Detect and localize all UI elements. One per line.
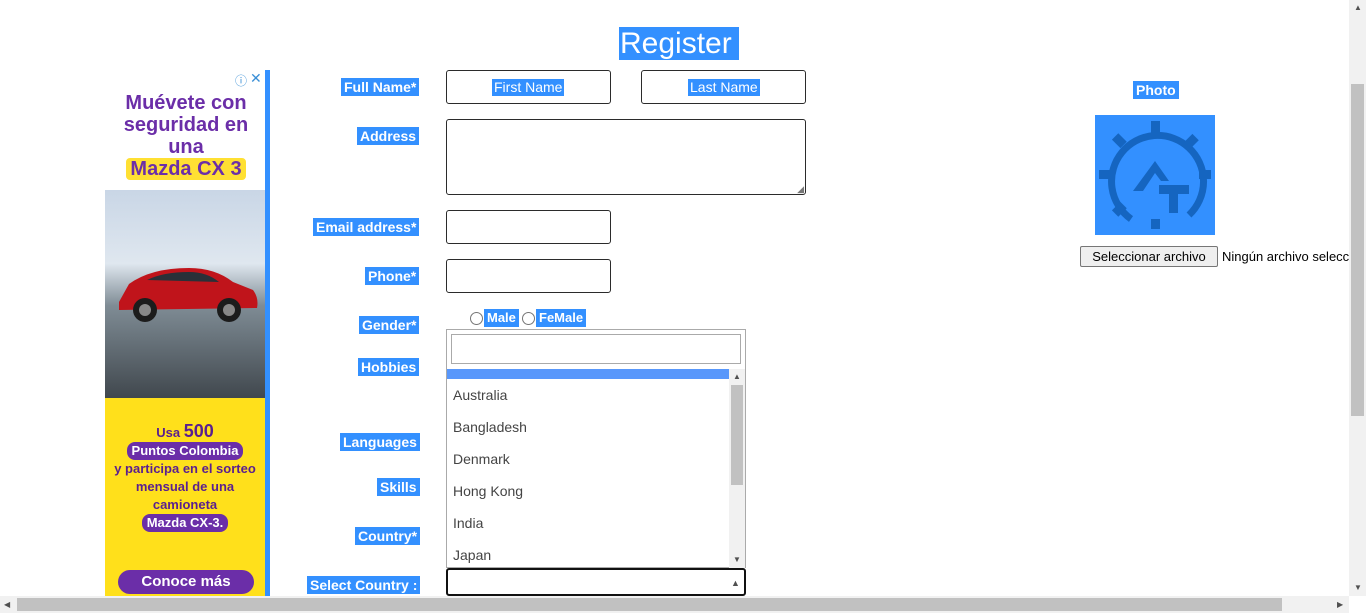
chevron-up-icon[interactable]: ▲	[731, 579, 740, 588]
scroll-up-icon[interactable]: ▲	[733, 373, 741, 381]
address-label: Address	[357, 127, 420, 145]
email-label: Email address*	[313, 218, 420, 236]
car-image	[119, 268, 258, 322]
dropdown-highlighted-option[interactable]	[447, 369, 729, 379]
photo-preview	[1095, 115, 1215, 235]
select-country-label: Select Country :	[307, 576, 421, 594]
ad-promo-points: 500	[183, 421, 214, 441]
ad-promo-area: Usa 500 Puntos Colombia y participa en e…	[105, 398, 265, 596]
address-textarea[interactable]: ◢	[446, 119, 806, 195]
last-name-placeholder: Last Name	[688, 79, 760, 96]
photo-label: Photo	[1133, 81, 1179, 99]
horizontal-scrollbar[interactable]: ◀ ▶	[0, 596, 1349, 613]
ad-car-image	[105, 190, 265, 400]
email-input[interactable]	[446, 210, 611, 244]
resize-handle-icon[interactable]: ◢	[797, 185, 804, 194]
advertisement[interactable]: Muévete con seguridad en una Mazda CX 3 …	[105, 70, 270, 596]
page-title: Register	[619, 27, 739, 60]
scroll-left-icon[interactable]: ◀	[4, 601, 10, 609]
dropdown-option[interactable]: Japan	[447, 539, 729, 568]
skills-label: Skills	[377, 478, 420, 496]
phone-label: Phone*	[365, 267, 420, 285]
ad-promo-line1: Usa	[156, 425, 181, 440]
scroll-up-icon[interactable]: ▲	[1354, 4, 1362, 12]
ad-headline: Muévete con seguridad en una Mazda CX 3	[111, 92, 261, 180]
ad-promo-text: Usa 500 Puntos Colombia y participa en e…	[113, 422, 257, 532]
ad-promo-model: Mazda CX-3.	[141, 514, 229, 532]
scroll-down-icon[interactable]: ▼	[1354, 584, 1362, 592]
languages-label: Languages	[340, 433, 420, 451]
ad-model: Mazda CX 3	[126, 158, 246, 180]
ad-promo-line2: y participa en el sorteo mensual de una …	[114, 461, 256, 512]
full-name-label: Full Name*	[341, 78, 420, 96]
close-icon[interactable]: ✕	[250, 70, 262, 87]
scroll-right-icon[interactable]: ▶	[1337, 601, 1343, 609]
vertical-scrollbar[interactable]: ▲ ▼	[1349, 0, 1366, 596]
horizontal-scroll-thumb[interactable]	[17, 598, 1282, 611]
dropdown-option[interactable]: Bangladesh	[447, 411, 729, 443]
gear-logo-icon	[1099, 121, 1211, 229]
first-name-placeholder: First Name	[492, 79, 565, 96]
dropdown-search-input[interactable]	[451, 334, 741, 364]
dropdown-option[interactable]: Hong Kong	[447, 475, 729, 507]
country-label: Country*	[355, 527, 421, 545]
dropdown-option[interactable]: Denmark	[447, 443, 729, 475]
scroll-down-icon[interactable]: ▼	[733, 556, 741, 564]
gender-female-radio[interactable]	[522, 312, 535, 325]
phone-input[interactable]	[446, 259, 611, 293]
last-name-input[interactable]: Last Name	[641, 70, 806, 104]
country-dropdown[interactable]: Australia Bangladesh Denmark Hong Kong I…	[446, 329, 746, 568]
dropdown-option[interactable]: Australia	[447, 379, 729, 411]
dropdown-option[interactable]: India	[447, 507, 729, 539]
ad-cta-button[interactable]: Conoce más	[118, 570, 254, 594]
first-name-input[interactable]: First Name	[446, 70, 611, 104]
gender-male-radio[interactable]	[470, 312, 483, 325]
gender-female-label: FeMale	[536, 309, 587, 327]
hobbies-label: Hobbies	[358, 358, 420, 376]
gender-label: Gender*	[359, 316, 420, 334]
select-country-combobox[interactable]: ▲	[446, 568, 746, 596]
dropdown-scroll-thumb[interactable]	[731, 385, 743, 485]
vertical-scroll-thumb[interactable]	[1351, 84, 1364, 416]
ad-promo-brand: Puntos Colombia	[126, 442, 244, 460]
ad-selection-stripe	[265, 70, 270, 596]
info-icon[interactable]: ⓘ	[235, 72, 247, 89]
choose-file-button[interactable]: Seleccionar archivo	[1080, 246, 1218, 267]
ad-headline-text: Muévete con seguridad en una	[123, 92, 249, 158]
dropdown-options-list[interactable]: Australia Bangladesh Denmark Hong Kong I…	[447, 369, 729, 568]
file-status-text: Ningún archivo seleccionado	[1222, 249, 1350, 264]
dropdown-scrollbar[interactable]: ▲ ▼	[729, 369, 745, 568]
gender-male-label: Male	[484, 309, 519, 327]
